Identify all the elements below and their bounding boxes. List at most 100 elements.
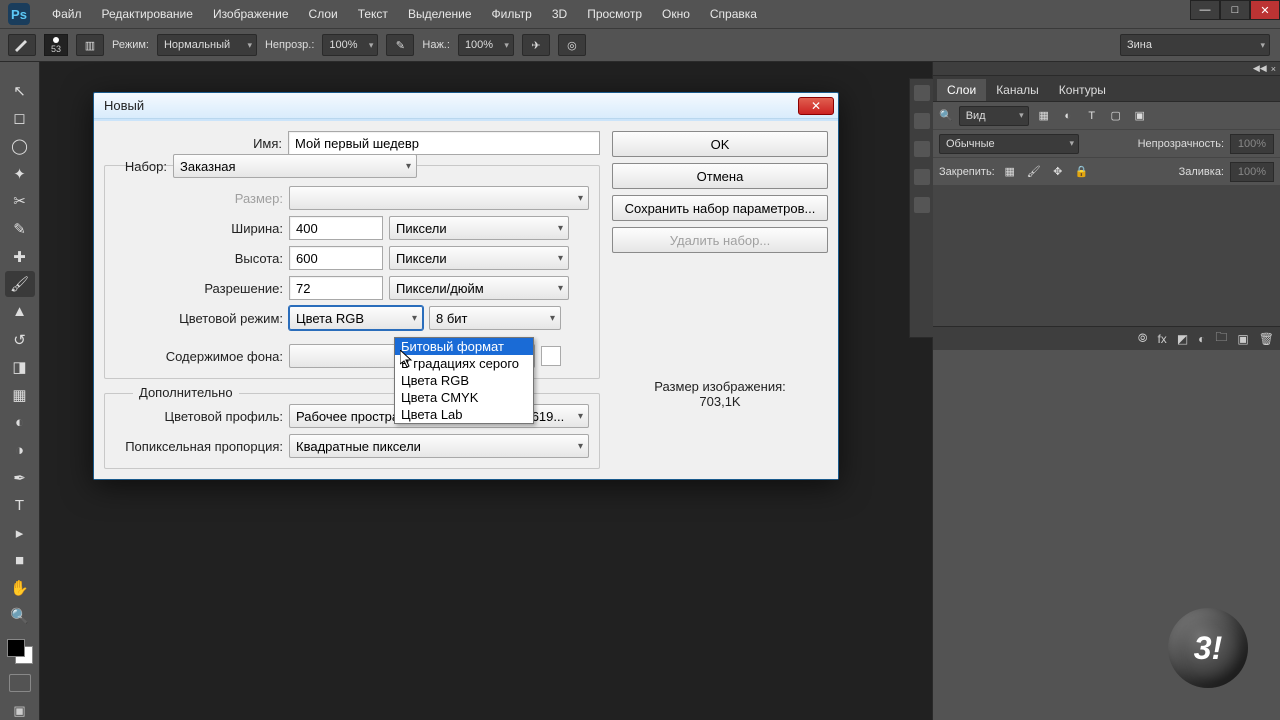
stamp-tool[interactable]: ▲ [5, 299, 35, 325]
dialog-close-button[interactable]: ✕ [798, 97, 834, 115]
airbrush-icon[interactable]: ✈ [522, 34, 550, 56]
type-tool[interactable]: T [5, 493, 35, 519]
collapsed-panel-icon[interactable] [914, 197, 930, 213]
adjustment-icon[interactable]: ◐ [1198, 332, 1205, 346]
opacity-select[interactable]: 100% [322, 34, 378, 56]
color-mode-dropdown[interactable]: Битовый формат В градациях серого Цвета … [394, 337, 534, 424]
pressure-size-icon[interactable]: ◎ [558, 34, 586, 56]
group-icon[interactable]: 🗀 [1215, 328, 1227, 349]
menu-3d[interactable]: 3D [542, 7, 577, 21]
color-mode-select[interactable]: Цвета RGB [289, 306, 423, 330]
path-select-tool[interactable]: ▸ [5, 520, 35, 546]
filter-type-icon[interactable]: T [1083, 108, 1101, 124]
history-brush-tool[interactable]: ↺ [5, 327, 35, 353]
tab-paths[interactable]: Контуры [1049, 79, 1116, 101]
dropdown-option[interactable]: Цвета RGB [395, 372, 533, 389]
background-color-swatch[interactable] [541, 346, 561, 366]
shape-tool[interactable]: ■ [5, 548, 35, 574]
fg-color-swatch[interactable] [7, 639, 25, 657]
save-preset-button[interactable]: Сохранить набор параметров... [612, 195, 828, 221]
ok-button[interactable]: OK [612, 131, 828, 157]
brush-tool[interactable]: 🖌 [5, 271, 35, 297]
eyedropper-tool[interactable]: ✎ [5, 216, 35, 242]
brush-settings-button[interactable]: ▥ [76, 34, 104, 56]
menu-layers[interactable]: Слои [299, 7, 348, 21]
preset-select[interactable]: Заказная [173, 154, 417, 178]
window-minimize-button[interactable]: — [1190, 0, 1220, 20]
dialog-titlebar[interactable]: Новый ✕ [94, 93, 838, 119]
menu-select[interactable]: Выделение [398, 7, 482, 21]
menu-edit[interactable]: Редактирование [92, 7, 203, 21]
color-swatches[interactable] [7, 639, 33, 665]
blend-mode-select[interactable]: Нормальный [157, 34, 257, 56]
screen-mode-toggle[interactable]: ▣ [9, 702, 31, 720]
mask-mode-toggle[interactable] [9, 674, 31, 692]
collapsed-panel-icon[interactable] [914, 141, 930, 157]
dropdown-option[interactable]: Битовый формат [395, 338, 533, 355]
filter-pixel-icon[interactable]: ▦ [1035, 108, 1053, 124]
resolution-unit-select[interactable]: Пиксели/дюйм [389, 276, 569, 300]
workspace-preset-select[interactable]: Зина [1120, 34, 1270, 56]
blur-tool[interactable]: ◐ [5, 410, 35, 436]
lock-all-icon[interactable]: 🔒 [1073, 164, 1091, 180]
close-icon[interactable]: × [1271, 64, 1276, 74]
lasso-tool[interactable]: ◯ [5, 133, 35, 159]
fx-icon[interactable]: fx [1157, 332, 1166, 346]
marquee-tool[interactable]: ◻ [5, 106, 35, 132]
lock-pixels-icon[interactable]: ▦ [1001, 164, 1019, 180]
collapsed-panel-icon[interactable] [914, 169, 930, 185]
filter-kind-select[interactable]: Вид [959, 106, 1029, 126]
crop-tool[interactable]: ✂ [5, 189, 35, 215]
pen-tool[interactable]: ✒ [5, 465, 35, 491]
move-tool[interactable]: ↖ [5, 78, 35, 104]
tab-layers[interactable]: Слои [937, 79, 986, 101]
dropdown-option[interactable]: Цвета Lab [395, 406, 533, 423]
window-maximize-button[interactable]: □ [1220, 0, 1250, 20]
panel-collapse-strip[interactable]: ◀◀× [933, 62, 1280, 76]
width-input[interactable] [289, 216, 383, 240]
cancel-button[interactable]: Отмена [612, 163, 828, 189]
filter-adjust-icon[interactable]: ◐ [1059, 108, 1077, 124]
menu-window[interactable]: Окно [652, 7, 700, 21]
link-layers-icon[interactable]: ⦾ [1138, 331, 1148, 346]
menu-image[interactable]: Изображение [203, 7, 299, 21]
zoom-tool[interactable]: 🔍 [5, 603, 35, 629]
wand-tool[interactable]: ✦ [5, 161, 35, 187]
filter-smart-icon[interactable]: ▣ [1131, 108, 1149, 124]
menu-help[interactable]: Справка [700, 7, 767, 21]
lock-paint-icon[interactable]: 🖌 [1025, 164, 1043, 180]
delete-layer-icon[interactable]: 🗑 [1259, 332, 1274, 346]
mask-icon[interactable]: ◩ [1177, 332, 1188, 346]
dropdown-option[interactable]: Цвета CMYK [395, 389, 533, 406]
flow-select[interactable]: 100% [458, 34, 514, 56]
hand-tool[interactable]: ✋ [5, 576, 35, 602]
layer-blend-select[interactable]: Обычные [939, 134, 1079, 154]
menu-file[interactable]: Файл [42, 7, 92, 21]
name-input[interactable] [288, 131, 600, 155]
layer-fill-field[interactable]: 100% [1230, 162, 1274, 182]
layer-opacity-field[interactable]: 100% [1230, 134, 1274, 154]
layers-list[interactable] [933, 186, 1280, 326]
new-layer-icon[interactable]: ▣ [1237, 332, 1248, 346]
bit-depth-select[interactable]: 8 бит [429, 306, 561, 330]
filter-shape-icon[interactable]: ▢ [1107, 108, 1125, 124]
width-unit-select[interactable]: Пиксели [389, 216, 569, 240]
brush-tool-icon[interactable] [8, 34, 36, 56]
menu-text[interactable]: Текст [348, 7, 398, 21]
pressure-opacity-icon[interactable]: ✎ [386, 34, 414, 56]
collapsed-panel-icon[interactable] [914, 85, 930, 101]
lock-position-icon[interactable]: ✥ [1049, 164, 1067, 180]
eraser-tool[interactable]: ◨ [5, 354, 35, 380]
dodge-tool[interactable]: ◑ [5, 437, 35, 463]
resolution-input[interactable] [289, 276, 383, 300]
aspect-select[interactable]: Квадратные пиксели [289, 434, 589, 458]
tab-channels[interactable]: Каналы [986, 79, 1049, 101]
filter-icon[interactable]: 🔍 [939, 109, 953, 122]
healing-tool[interactable]: ✚ [5, 244, 35, 270]
height-unit-select[interactable]: Пиксели [389, 246, 569, 270]
collapsed-panel-icon[interactable] [914, 113, 930, 129]
menu-view[interactable]: Просмотр [577, 7, 652, 21]
window-close-button[interactable]: ✕ [1250, 0, 1280, 20]
dropdown-option[interactable]: В градациях серого [395, 355, 533, 372]
brush-preset-picker[interactable]: 53 [44, 34, 68, 56]
